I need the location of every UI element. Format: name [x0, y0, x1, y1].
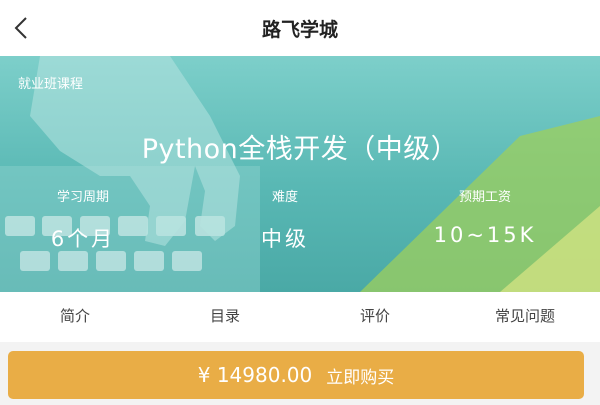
stat-label: 难度 — [271, 190, 298, 205]
tab-reviews[interactable]: 评价 — [300, 292, 450, 342]
banner-background-image — [0, 56, 600, 292]
course-type-label: 就业班课程 — [18, 77, 84, 92]
buy-now-button[interactable]: ¥ 14980.00 立即购买 — [8, 351, 584, 399]
tab-faq[interactable]: 常见问题 — [450, 292, 600, 342]
header-bar: 路飞学城 — [0, 0, 600, 57]
stat-duration: 学习周期 6个月 — [13, 186, 153, 253]
stat-difficulty: 难度 中级 — [215, 186, 355, 253]
course-title: Python全栈开发（中级） — [141, 134, 459, 165]
stat-value: 10~15K — [433, 223, 537, 247]
stat-label: 学习周期 — [56, 190, 109, 205]
price-text: ¥ 14980.00 — [197, 363, 313, 387]
course-tabs: 简介 目录 评价 常见问题 — [0, 292, 600, 342]
stat-label: 预期工资 — [458, 190, 511, 205]
buy-label: 立即购买 — [326, 367, 395, 388]
tab-intro[interactable]: 简介 — [0, 292, 150, 342]
stat-salary: 预期工资 10~15K — [415, 186, 555, 247]
course-banner: 就业班课程 Python全栈开发（中级） 学习周期 6个月 难度 中级 预期工资… — [0, 56, 600, 292]
course-detail-page: 路飞学城 就业班课程 Python全栈开发（中级） 学习周期 6个月 难度 中级… — [0, 0, 600, 405]
page-title: 路飞学城 — [261, 19, 338, 41]
stat-value: 中级 — [261, 227, 309, 251]
stat-value: 6个月 — [50, 227, 116, 251]
tab-catalog[interactable]: 目录 — [150, 292, 300, 342]
